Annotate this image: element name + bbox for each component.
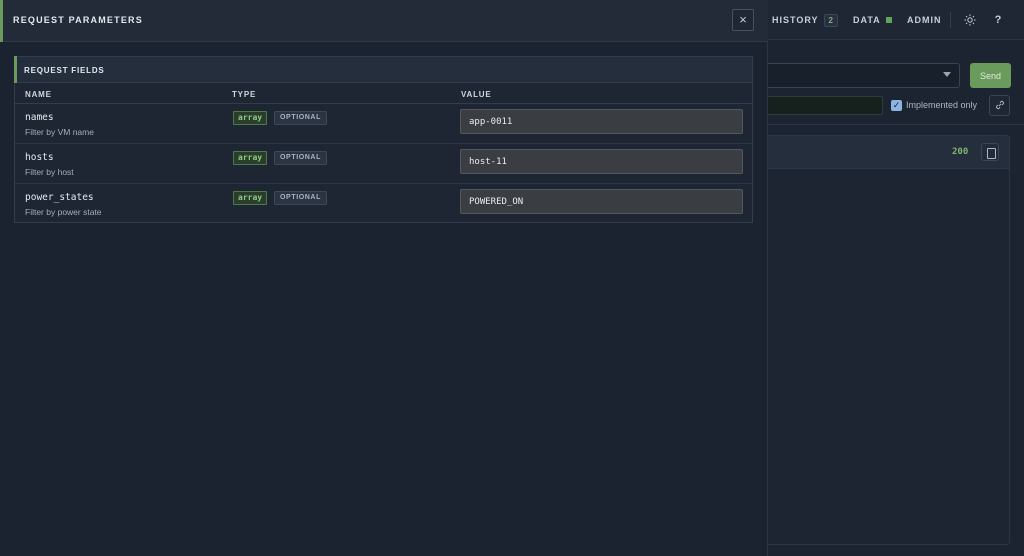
field-row-names: names Filter by VM name array OPTIONAL [15,104,752,144]
field-optional-badge: OPTIONAL [274,111,327,125]
request-parameters-drawer: REQUEST PARAMETERS × REQUEST FIELDS NAME… [0,0,768,556]
fields-column-headers: NAME TYPE VALUE [15,83,752,104]
drawer-accent-bar [0,0,3,42]
field-value-input-power-states[interactable] [460,189,743,214]
implemented-only-checkbox[interactable]: ✓ [891,100,902,111]
nav-separator [950,12,951,28]
field-name: power_states [25,192,94,203]
implemented-only-label: Implemented only [906,100,978,110]
field-row-power-states: power_states Filter by power state array… [15,184,752,224]
help-icon[interactable]: ? [990,12,1006,28]
field-row-hosts: hosts Filter by host array OPTIONAL [15,144,752,184]
field-optional-badge: OPTIONAL [274,151,327,165]
history-count-badge: 2 [823,13,838,27]
field-description: Filter by host [25,167,74,177]
section-divider [768,124,1024,125]
close-icon[interactable]: × [732,9,754,31]
field-type-badge: array [233,151,268,165]
nav-admin-label: ADMIN [907,15,942,25]
field-type-badge: array [233,191,268,205]
request-fields-header: REQUEST FIELDS [14,56,752,83]
response-status-code: 200 [952,147,969,157]
link-icon[interactable] [989,95,1010,116]
field-name: names [25,112,54,123]
field-optional-badge: OPTIONAL [274,191,327,205]
response-panel: 200 [752,135,1010,545]
data-status-dot [885,17,892,23]
nav-history[interactable]: HISTORY 2 [772,0,838,40]
send-button[interactable]: Send [970,63,1011,88]
chevron-down-icon [943,72,951,77]
request-fields-title: REQUEST FIELDS [24,66,105,75]
column-header-value: VALUE [461,90,492,99]
theme-toggle-sun-icon[interactable] [962,12,978,28]
request-fields-panel: REQUEST FIELDS NAME TYPE VALUE names Fil… [14,56,753,223]
field-type-badge: array [233,111,268,125]
field-value-input-names[interactable] [460,109,743,134]
clipboard-icon[interactable] [981,143,999,161]
endpoint-select[interactable] [752,63,960,88]
response-header: 200 [753,136,1009,169]
field-name: hosts [25,152,54,163]
column-header-type: TYPE [232,90,257,99]
field-description: Filter by power state [25,207,102,217]
nav-history-label: HISTORY [772,15,819,25]
nav-data-label: DATA [853,15,881,25]
field-value-input-hosts[interactable] [460,149,743,174]
nav-data[interactable]: DATA [853,0,892,40]
fields-accent-bar [14,56,17,83]
nav-admin[interactable]: ADMIN [907,0,942,40]
column-header-name: NAME [25,90,52,99]
drawer-title: REQUEST PARAMETERS [13,15,143,25]
filter-input[interactable] [752,96,883,115]
field-description: Filter by VM name [25,127,94,137]
drawer-header: REQUEST PARAMETERS × [0,0,768,42]
